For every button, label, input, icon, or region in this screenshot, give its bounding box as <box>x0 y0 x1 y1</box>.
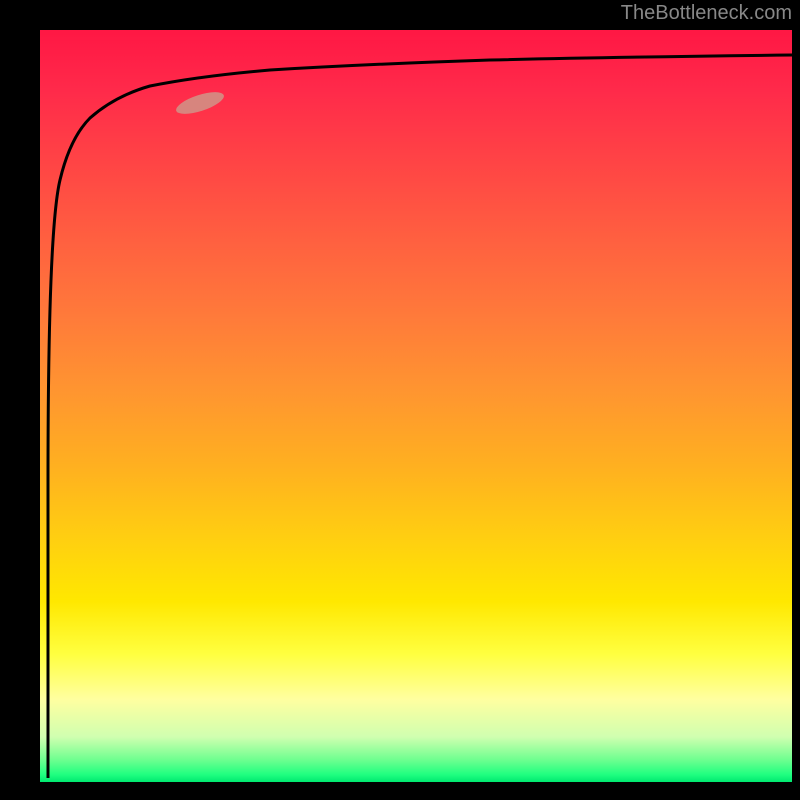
chart-container <box>40 30 792 782</box>
data-marker <box>170 88 230 118</box>
watermark-text: TheBottleneck.com <box>621 2 792 25</box>
chart-curve <box>40 30 792 782</box>
curve-path <box>48 55 792 778</box>
marker-ellipse <box>174 88 226 118</box>
